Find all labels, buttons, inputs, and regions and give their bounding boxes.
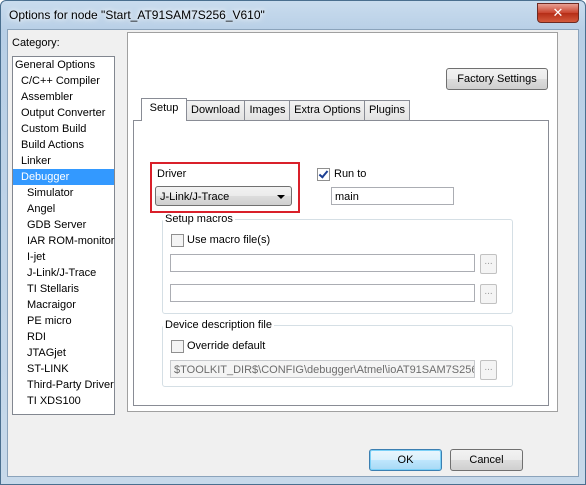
category-item[interactable]: Angel (13, 201, 114, 217)
category-item[interactable]: Output Converter (13, 105, 114, 121)
title-bar[interactable]: Options for node "Start_AT91SAM7S256_V61… (1, 1, 585, 29)
category-label: Category: (12, 37, 60, 49)
use-macro-label: Use macro file(s) (187, 234, 271, 246)
category-item[interactable]: Debugger (13, 169, 114, 185)
driver-select[interactable]: J-Link/J-Trace (155, 186, 292, 206)
category-item[interactable]: TI XDS100 (13, 393, 114, 409)
category-item[interactable]: J-Link/J-Trace (13, 265, 114, 281)
tab-plugins[interactable]: Plugins (364, 100, 410, 120)
category-item[interactable]: Linker (13, 153, 114, 169)
override-default-checkbox[interactable] (171, 340, 184, 353)
category-item[interactable]: ST-LINK (13, 361, 114, 377)
chevron-down-icon (277, 195, 285, 199)
category-item[interactable]: Simulator (13, 185, 114, 201)
category-item[interactable]: Macraigor (13, 297, 114, 313)
factory-settings-button[interactable]: Factory Settings (446, 68, 548, 90)
category-item[interactable]: GDB Server (13, 217, 114, 233)
category-item[interactable]: IAR ROM-monitor (13, 233, 114, 249)
tab-download[interactable]: Download (185, 100, 246, 120)
driver-select-value: J-Link/J-Trace (160, 191, 230, 203)
category-item[interactable]: Build Actions (13, 137, 114, 153)
cancel-button[interactable]: Cancel (450, 449, 523, 471)
setup-macros-label: Setup macros (163, 213, 235, 225)
override-default-label: Override default (187, 340, 266, 352)
category-item[interactable]: PE micro (13, 313, 114, 329)
run-to-checkbox[interactable] (317, 168, 330, 181)
category-item[interactable]: General Options (13, 57, 114, 73)
tab-images[interactable]: Images (244, 100, 291, 120)
run-to-label: Run to (334, 168, 367, 180)
category-item[interactable]: TI Stellaris (13, 281, 114, 297)
macro-browse-button-2[interactable]: ... (480, 284, 497, 304)
category-item[interactable]: Custom Build (13, 121, 114, 137)
window-title: Options for node "Start_AT91SAM7S256_V61… (9, 8, 265, 22)
category-item[interactable]: C/C++ Compiler (13, 73, 114, 89)
category-item[interactable]: Third-Party Driver (13, 377, 114, 393)
category-list[interactable]: General Options C/C++ Compiler Assembler Ou… (12, 56, 115, 415)
category-item[interactable]: RDI (13, 329, 114, 345)
tab-extra-options[interactable]: Extra Options (289, 100, 366, 120)
category-item[interactable]: JTAGjet (13, 345, 114, 361)
close-button[interactable]: ✕ (537, 3, 579, 23)
run-to-input[interactable]: main (331, 187, 454, 205)
macro-file-input-2[interactable] (170, 284, 475, 302)
device-description-input[interactable]: $TOOLKIT_DIR$\CONFIG\debugger\Atmel\ioAT… (170, 360, 475, 378)
device-description-label: Device description file (163, 319, 274, 331)
category-item[interactable]: Assembler (13, 89, 114, 105)
ok-button[interactable]: OK (369, 449, 442, 471)
driver-label: Driver (157, 168, 187, 180)
tab-setup[interactable]: Setup (141, 98, 187, 121)
use-macro-checkbox[interactable] (171, 234, 184, 247)
device-browse-button[interactable]: ... (480, 360, 497, 380)
macro-browse-button-1[interactable]: ... (480, 254, 497, 274)
macro-file-input-1[interactable] (170, 254, 475, 272)
category-item[interactable]: I-jet (13, 249, 114, 265)
